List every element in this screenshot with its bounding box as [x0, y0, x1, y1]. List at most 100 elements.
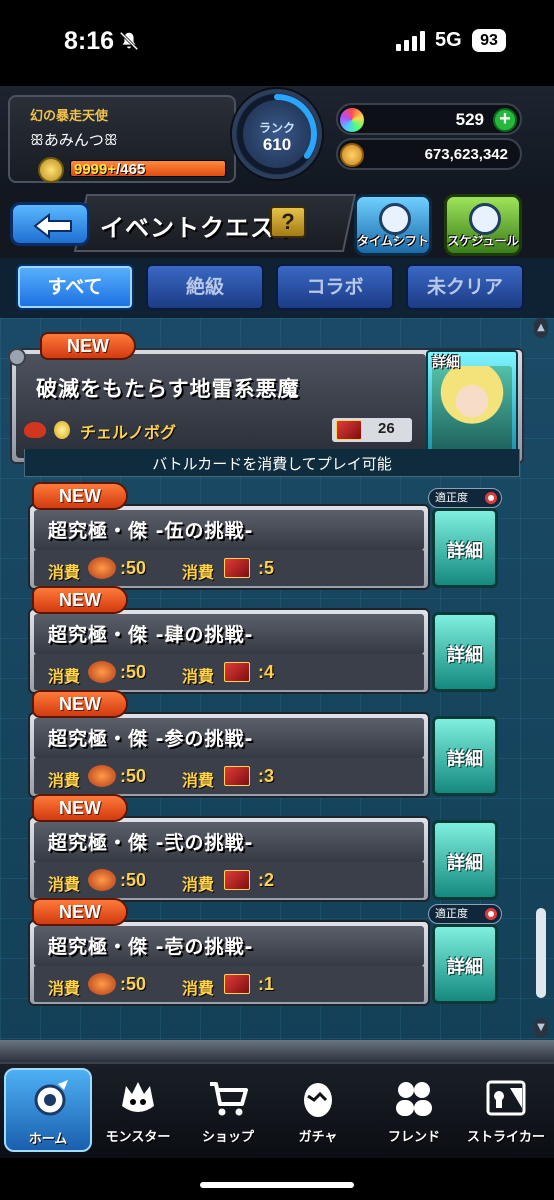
- player-panel[interactable]: 幻の暴走天使 ꕥあみんつꕥ 9999+/465: [8, 95, 236, 183]
- stamina-cost-value: :50: [120, 766, 147, 786]
- quest-detail-label: 詳細: [447, 541, 483, 562]
- gem-value: 529: [455, 110, 484, 129]
- card-cost-value: :1: [258, 974, 275, 994]
- stamina-icon: [88, 661, 116, 683]
- silent-bell-icon: [119, 31, 139, 51]
- quest-title: 超究極・傑 -伍の挑戦-: [48, 520, 254, 542]
- back-arrow-icon: [33, 213, 72, 239]
- card-cost-label: 消費: [182, 667, 215, 686]
- tab-uncleared[interactable]: 未クリア: [406, 264, 524, 310]
- suitability-mark-icon: [485, 492, 497, 504]
- quest-card[interactable]: 超究極・傑 -肆の挑戦- 消費 :50 消費 :4 詳細 NEW: [28, 586, 500, 698]
- nav-shop[interactable]: ショップ: [184, 1068, 272, 1152]
- suitability-badge[interactable]: 適正度: [428, 488, 502, 508]
- striker-card-icon: [486, 1080, 526, 1116]
- rank-value: 610: [262, 135, 292, 154]
- stamina-cost-label: 消費: [48, 563, 81, 582]
- battle-card-icon: [224, 766, 250, 786]
- player-name: ꕥあみんつꕥ: [30, 131, 118, 149]
- quest-card-body[interactable]: 超究極・傑 -参の挑戦- 消費 :50 消費 :3: [28, 712, 430, 798]
- quest-card[interactable]: 超究極・傑 -参の挑戦- 消費 :50 消費 :3 詳細 NEW: [28, 690, 500, 802]
- back-button[interactable]: [10, 202, 90, 246]
- status-bar: 8:16 5G 93: [0, 0, 554, 86]
- bottom-nav: ホーム モンスター ショップ ガチャ フレンド ストライカー: [0, 1062, 554, 1158]
- card-pin-icon: [8, 348, 26, 366]
- card-cost-label: 消費: [182, 563, 215, 582]
- rank-badge[interactable]: ランク 610: [232, 89, 322, 179]
- featured-title: 破滅をもたらす地雷系悪魔: [36, 377, 300, 401]
- filter-tabs: すべて 絶級 コラボ 未クリア: [0, 258, 554, 318]
- new-badge: NEW: [40, 332, 136, 360]
- scrollbar[interactable]: ▲ ▼: [534, 318, 548, 1062]
- quest-card[interactable]: 超究極・傑 -伍の挑戦- 消費 :50 消費 :5 詳細 NEW 適正度: [28, 482, 502, 594]
- nav-gacha[interactable]: ガチャ: [274, 1068, 362, 1152]
- scroll-thumb[interactable]: [536, 908, 546, 998]
- quest-detail-label: 詳細: [447, 957, 483, 978]
- battle-card-icon: [224, 662, 250, 682]
- battle-card-icon: [224, 974, 250, 994]
- level-icon: [38, 157, 64, 183]
- card-cost-value: :5: [258, 558, 275, 578]
- new-badge: NEW: [32, 482, 128, 510]
- quest-detail-button[interactable]: 詳細: [432, 716, 498, 796]
- quest-title: 超究極・傑 -弐の挑戦-: [48, 832, 254, 854]
- nav-home[interactable]: ホーム: [4, 1068, 92, 1152]
- quest-detail-button[interactable]: 詳細: [432, 508, 498, 588]
- stamina-cost-value: :50: [120, 974, 147, 994]
- quest-card[interactable]: 超究極・傑 -弐の挑戦- 消費 :50 消費 :2 詳細 NEW: [28, 794, 500, 906]
- featured-note: バトルカードを消費してプレイ可能: [24, 449, 520, 477]
- quest-detail-button[interactable]: 詳細: [432, 924, 498, 1004]
- gacha-egg-icon: [304, 1083, 332, 1117]
- quest-detail-button[interactable]: 詳細: [432, 820, 498, 900]
- stamina-cost-label: 消費: [48, 667, 81, 686]
- battery-icon: 93: [472, 29, 506, 52]
- title-bar: イベントクエスト ? タイムシフト スケジュール: [0, 190, 554, 258]
- gold-coin-icon: [340, 143, 364, 167]
- timeshift-icon: [379, 203, 411, 235]
- suitability-badge[interactable]: 適正度: [428, 904, 502, 924]
- tab-zekkyu[interactable]: 絶級: [146, 264, 264, 310]
- timeshift-button[interactable]: タイムシフト: [354, 194, 432, 256]
- quest-card[interactable]: 超究極・傑 -壱の挑戦- 消費 :50 消費 :1 詳細 NEW 適正度: [28, 898, 502, 1010]
- tab-all[interactable]: すべて: [16, 264, 134, 310]
- list-bottom-rail: [0, 1040, 554, 1062]
- battle-card-icon: [224, 870, 250, 890]
- scroll-up-icon[interactable]: ▲: [534, 318, 548, 338]
- card-cost-label: 消費: [182, 979, 215, 998]
- boss-portrait-image: [432, 366, 512, 454]
- quest-detail-label: 詳細: [447, 645, 483, 666]
- nav-home-label: ホーム: [28, 1132, 68, 1147]
- quest-card-body[interactable]: 超究極・傑 -肆の挑戦- 消費 :50 消費 :4: [28, 608, 430, 694]
- card-cost-label: 消費: [182, 875, 215, 894]
- stamina-cost-label: 消費: [48, 875, 81, 894]
- schedule-button[interactable]: スケジュール: [444, 194, 522, 256]
- player-header: 幻の暴走天使 ꕥあみんつꕥ 9999+/465 ランク 610 529 + 67…: [0, 86, 554, 190]
- quest-detail-button[interactable]: 詳細: [432, 612, 498, 692]
- suitability-label: 適正度: [435, 491, 468, 504]
- quest-title: 超究極・傑 -壱の挑戦-: [48, 936, 254, 958]
- nav-friend-label: フレンド: [387, 1130, 440, 1145]
- quest-card-body[interactable]: 超究極・傑 -壱の挑戦- 消費 :50 消費 :1: [28, 920, 430, 1006]
- new-badge: NEW: [32, 690, 128, 718]
- featured-inner: [16, 354, 426, 458]
- help-button[interactable]: ?: [270, 206, 306, 238]
- stamina-cost-value: :50: [120, 558, 147, 578]
- tab-collab[interactable]: コラボ: [276, 264, 394, 310]
- exp-text: 9999+/465: [74, 161, 145, 178]
- stamina-cost-value: :50: [120, 662, 147, 682]
- quest-title: 超究極・傑 -参の挑戦-: [48, 728, 254, 750]
- nav-striker[interactable]: ストライカー: [462, 1068, 550, 1152]
- scroll-down-icon[interactable]: ▼: [534, 1018, 548, 1038]
- card-cost-label: 消費: [182, 771, 215, 790]
- friends-icon: [396, 1082, 432, 1116]
- clock-icon: [469, 203, 501, 235]
- nav-friend[interactable]: フレンド: [370, 1068, 458, 1152]
- buy-gems-button[interactable]: +: [493, 108, 517, 132]
- quest-card-body[interactable]: 超究極・傑 -弐の挑戦- 消費 :50 消費 :2: [28, 816, 430, 902]
- signal-icon: [396, 31, 425, 51]
- quest-card-body[interactable]: 超究極・傑 -伍の挑戦- 消費 :50 消費 :5: [28, 504, 430, 590]
- clock: 8:16: [64, 27, 115, 55]
- nav-monster-label: モンスター: [105, 1130, 171, 1145]
- gem-counter: 529 +: [336, 103, 522, 135]
- nav-monster[interactable]: モンスター: [94, 1068, 182, 1152]
